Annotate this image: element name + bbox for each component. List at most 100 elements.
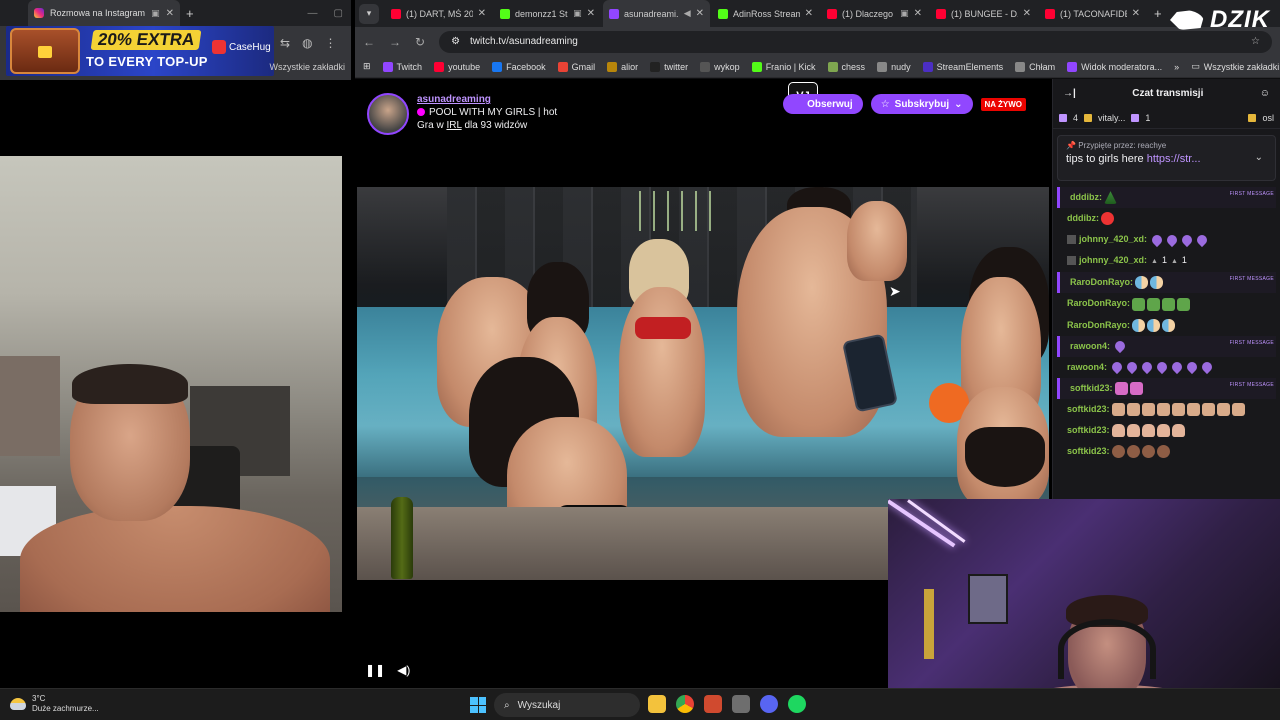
streamer-name[interactable]: asunadreaming (417, 93, 557, 106)
menu-icon[interactable]: ⋮ (325, 36, 337, 50)
purple-emote-icon[interactable] (1109, 360, 1125, 375)
money-emote-icon[interactable] (1162, 297, 1176, 311)
tab-media-icon[interactable]: ▣ (151, 8, 160, 19)
volume-icon[interactable]: ◀) (397, 663, 410, 677)
bookmark-wykop[interactable]: wykop (700, 61, 740, 72)
bookmark-alior[interactable]: alior (607, 61, 638, 72)
minimize-icon[interactable]: — (308, 8, 318, 19)
new-tab-button[interactable]: + (180, 6, 200, 21)
close-icon[interactable]: ✕ (478, 8, 486, 19)
chat-username[interactable]: rawoon4: (1067, 362, 1107, 372)
tree-emote-icon[interactable] (1104, 191, 1117, 205)
face-emote-icon[interactable] (1216, 402, 1230, 416)
tab-0[interactable]: (1) DART, MŚ 20... ✕ (385, 0, 492, 27)
category-link[interactable]: IRL (446, 120, 461, 131)
purple-emote-icon[interactable] (1199, 360, 1215, 375)
face-emote-icon[interactable] (1186, 402, 1200, 416)
star-icon[interactable]: ☆ (1251, 36, 1260, 47)
purple-emote-icon[interactable] (1179, 232, 1195, 247)
chat-username[interactable]: RaroDonRayo: (1067, 298, 1130, 308)
chat-username[interactable]: johnny_420_xd: (1079, 255, 1147, 265)
pinned-link[interactable]: https://str... (1147, 153, 1201, 165)
bookmark-chess[interactable]: chess (827, 61, 865, 72)
pink-emote-icon[interactable] (1114, 381, 1128, 395)
chat-username[interactable]: rawoon4: (1070, 341, 1110, 351)
tab-1[interactable]: demonzz1 St... ▣ ✕ (494, 0, 601, 27)
purple-emote-icon[interactable] (1124, 360, 1140, 375)
close-icon[interactable]: ✕ (166, 8, 174, 19)
bookmark-streamelements[interactable]: StreamElements (922, 61, 1003, 72)
address-bar[interactable]: ⚙ twitch.tv/asunadreaming ☆ (439, 30, 1272, 53)
chat-username[interactable]: dddibz: (1070, 192, 1102, 202)
weather-widget[interactable]: 3°C Duże zachmurze... (10, 694, 99, 714)
chat-username[interactable]: RaroDonRayo: (1067, 320, 1130, 330)
purple-emote-icon[interactable] (1112, 339, 1128, 354)
purple-emote-icon[interactable] (1154, 360, 1170, 375)
face-emote-icon[interactable] (1141, 402, 1155, 416)
follow-button[interactable]: Obserwuj (783, 94, 863, 114)
pink-emote-icon[interactable] (1129, 381, 1143, 395)
windows-start-icon[interactable] (470, 697, 486, 713)
face-emote-icon[interactable] (1126, 402, 1140, 416)
open-emote-icon[interactable] (1156, 445, 1170, 459)
file-explorer-icon[interactable] (648, 695, 666, 713)
ad-banner[interactable]: 20% EXTRA TO EVERY TOP-UP CaseHug (6, 26, 274, 76)
chat-username[interactable]: softkid23: (1070, 383, 1113, 393)
bookmark-twitch[interactable]: Twitch (382, 61, 422, 72)
tab-instagram[interactable]: Rozmowa na Instagramie ▣ ✕ (28, 0, 180, 26)
bookmark-franio-kick[interactable]: Franio | Kick (751, 61, 816, 72)
tab-2[interactable]: asunadreami... ◀ ✕ (603, 0, 710, 27)
all-bookmarks[interactable]: Wszystkie zakładki (269, 62, 345, 72)
all-bookmarks[interactable]: ▭ Wszystkie zakładki (1191, 61, 1279, 72)
taskbar-search[interactable]: ⌕ Wyszukaj (494, 693, 640, 717)
face-emote-icon[interactable] (1201, 402, 1215, 416)
reload-icon[interactable]: ↻ (415, 35, 425, 49)
bookmark-moderator-view[interactable]: Widok moderatora... (1067, 61, 1162, 72)
hand-emote-icon[interactable] (1141, 424, 1155, 437)
snipping-tool-icon[interactable] (732, 695, 750, 713)
close-icon[interactable]: ✕ (805, 8, 813, 19)
spotify-icon[interactable] (788, 695, 806, 713)
santa-emote-icon[interactable] (1101, 212, 1114, 226)
tab-search-dropdown-icon[interactable]: ▾ (359, 3, 379, 24)
purple-emote-icon[interactable] (1139, 360, 1155, 375)
forward-icon[interactable]: → (389, 35, 401, 49)
face-emote-icon[interactable] (1171, 402, 1185, 416)
face-emote-icon[interactable] (1231, 402, 1245, 416)
pill-emote-icon[interactable] (1147, 318, 1161, 332)
gift-user[interactable]: vitaly... (1098, 113, 1125, 123)
money-emote-icon[interactable] (1177, 297, 1191, 311)
face-emote-icon[interactable] (1156, 402, 1170, 416)
new-tab-button[interactable]: + (1148, 6, 1168, 21)
purple-emote-icon[interactable] (1169, 360, 1185, 375)
money-emote-icon[interactable] (1132, 297, 1146, 311)
discord-icon[interactable] (760, 695, 778, 713)
tab-media-icon[interactable]: ▣ (900, 8, 909, 19)
chat-username[interactable]: softkid23: (1067, 404, 1110, 414)
close-icon[interactable]: ✕ (1023, 8, 1031, 19)
gift-user[interactable]: osl (1262, 113, 1274, 123)
pill-emote-icon[interactable] (1150, 276, 1164, 290)
hand-emote-icon[interactable] (1126, 424, 1140, 437)
maximize-icon[interactable]: ▢ (334, 8, 343, 19)
back-icon[interactable]: ← (363, 35, 375, 49)
bookmark-twitter[interactable]: twitter (650, 61, 688, 72)
close-icon[interactable]: ✕ (1132, 8, 1140, 19)
tab-6[interactable]: (1) TACONAFIDE ✕ (1039, 0, 1146, 27)
face-emote-icon[interactable] (1111, 402, 1125, 416)
speaker-icon[interactable]: ◀ (684, 8, 691, 19)
bookmark-youtube[interactable]: youtube (434, 61, 480, 72)
subscribe-button[interactable]: ☆ Subskrybuj ⌄ (870, 94, 973, 114)
purple-emote-icon[interactable] (1164, 232, 1180, 247)
tab-search-icon[interactable]: ⇆ (280, 36, 290, 50)
profile-icon[interactable]: ◍ (302, 36, 312, 50)
bookmark-gmail[interactable]: Gmail (557, 61, 595, 72)
streamer-avatar[interactable] (367, 93, 409, 135)
open-emote-icon[interactable] (1126, 445, 1140, 459)
pill-emote-icon[interactable] (1162, 318, 1176, 332)
pill-emote-icon[interactable] (1135, 276, 1149, 290)
hand-emote-icon[interactable] (1111, 424, 1125, 437)
chat-username[interactable]: softkid23: (1067, 446, 1110, 456)
chrome-icon[interactable] (676, 695, 694, 713)
tab-3[interactable]: AdinRoss Stream ✕ (712, 0, 819, 27)
